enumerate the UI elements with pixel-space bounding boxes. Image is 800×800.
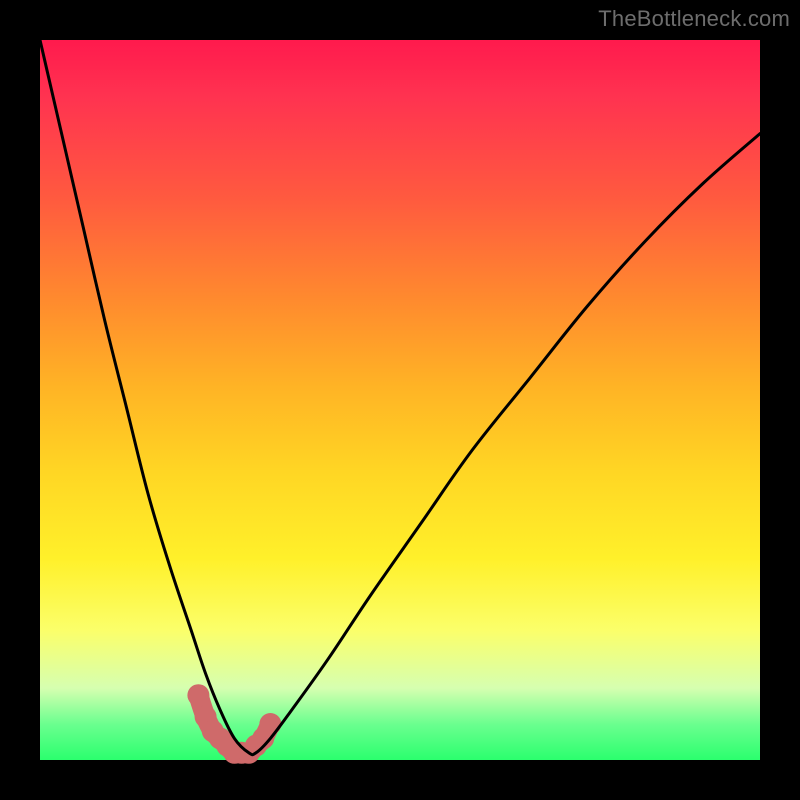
plot-area [40, 40, 760, 760]
chart-frame: TheBottleneck.com [0, 0, 800, 800]
curve-layer [40, 40, 760, 760]
bottleneck-curve-path [40, 40, 760, 755]
watermark-text: TheBottleneck.com [598, 6, 790, 32]
marker-dot [187, 684, 209, 706]
marker-dot [259, 713, 281, 735]
marker-dots [187, 684, 281, 764]
